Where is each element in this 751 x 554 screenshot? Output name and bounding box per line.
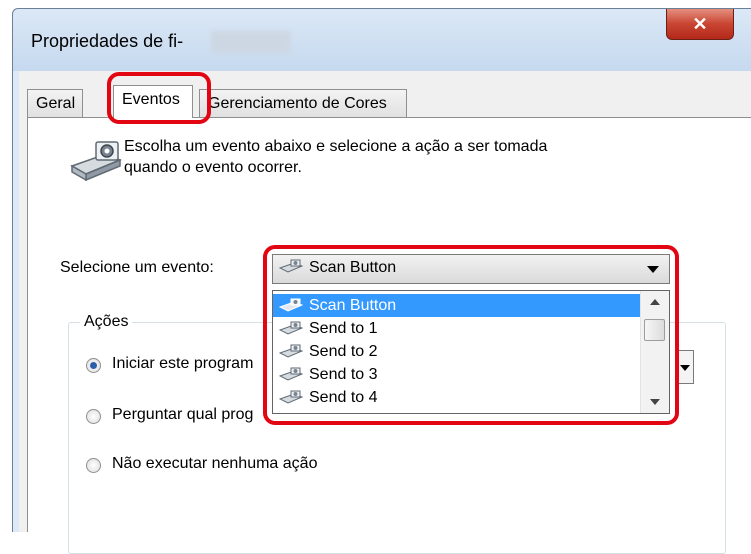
actions-group-title: Ações bbox=[80, 313, 133, 331]
radio-ask-program-label: Perguntar qual prog bbox=[112, 406, 254, 423]
eventos-tab-highlight bbox=[107, 72, 211, 124]
radio-start-program[interactable] bbox=[86, 358, 101, 373]
close-icon: ✕ bbox=[692, 13, 708, 34]
radio-start-program-label: Iniciar este program bbox=[112, 355, 254, 372]
blurred-device-name bbox=[211, 31, 291, 53]
title-bar[interactable]: Propriedades de fi- ✕ bbox=[13, 9, 751, 71]
tab-geral[interactable]: Geral bbox=[27, 89, 83, 117]
radio-no-action-label: Não executar nenhuma ação bbox=[112, 455, 318, 472]
tab-gerenciamento-de-cores[interactable]: Gerenciamento de Cores bbox=[199, 89, 407, 117]
scanner-icon bbox=[70, 141, 122, 182]
event-select-highlight bbox=[263, 245, 679, 425]
dialog-title: Propriedades de fi- bbox=[31, 31, 184, 51]
close-button[interactable]: ✕ bbox=[666, 9, 734, 40]
events-description: Escolha um evento abaixo e selecione a a… bbox=[124, 138, 548, 176]
chevron-down-icon bbox=[680, 365, 690, 371]
radio-ask-program[interactable] bbox=[86, 409, 101, 424]
select-event-label: Selecione um evento: bbox=[60, 259, 214, 276]
radio-no-action[interactable] bbox=[86, 458, 101, 473]
